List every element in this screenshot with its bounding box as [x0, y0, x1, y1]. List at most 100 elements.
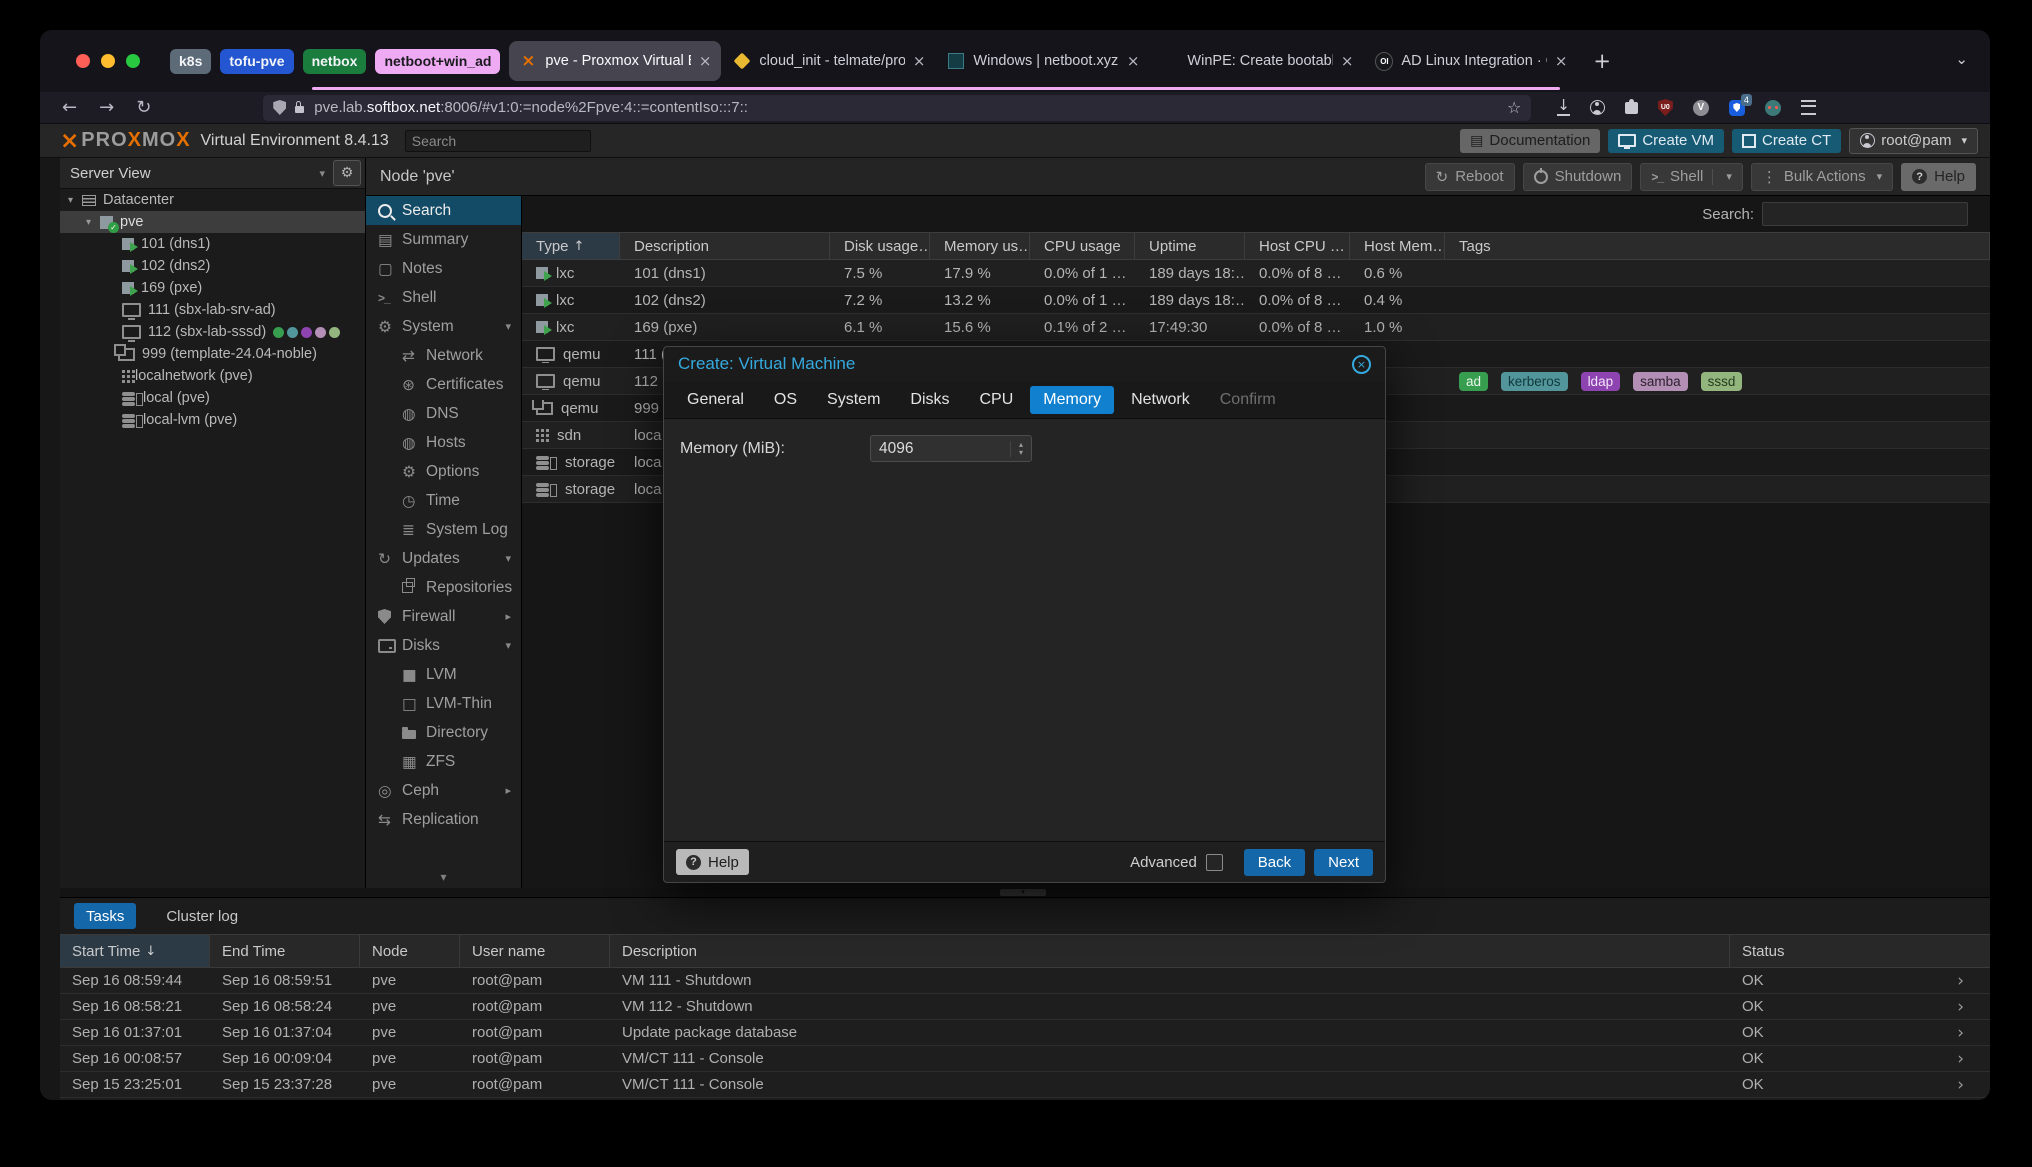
column-type[interactable]: Type↑	[522, 233, 620, 259]
row-chevron-icon[interactable]: ›	[1920, 1049, 1990, 1069]
column-description[interactable]: Description	[610, 935, 1730, 967]
tab-close-icon[interactable]: ×	[1341, 52, 1354, 70]
tree-item-112[interactable]: 112 (sbx-lab-sssd)	[60, 321, 365, 343]
tree-item-local-lvm[interactable]: local-lvm (pve)	[60, 409, 365, 431]
row-chevron-icon[interactable]: ›	[1920, 971, 1990, 991]
tracking-shield-icon[interactable]	[273, 100, 286, 115]
dialog-header[interactable]: Create: Virtual Machine ×	[664, 347, 1385, 381]
tab-group-tofu-pve[interactable]: tofu-pve	[220, 49, 293, 74]
tab-network[interactable]: Network	[1118, 381, 1203, 418]
tree-item-local[interactable]: local (pve)	[60, 387, 365, 409]
column-tags[interactable]: Tags	[1445, 233, 1990, 259]
tab-netboot-xyz[interactable]: Windows | netboot.xyz ×	[937, 41, 1149, 81]
column-uptime[interactable]: Uptime	[1135, 233, 1245, 259]
chevron-down-icon[interactable]: ▾	[1726, 170, 1732, 183]
nav-item-notes[interactable]: ▢Notes	[366, 254, 521, 283]
tree-item-datacenter[interactable]: ▾ Datacenter	[60, 189, 365, 211]
tree-item-localnetwork[interactable]: localnetwork (pve)	[60, 365, 365, 387]
next-button[interactable]: Next	[1314, 849, 1373, 876]
nav-item-network[interactable]: ⇄Network	[366, 341, 521, 370]
tab-cloud-init[interactable]: cloud_init - telmate/proxmox - C ×	[723, 41, 935, 81]
task-row[interactable]: Sep 16 08:58:21Sep 16 08:58:24pveroot@pa…	[60, 994, 1990, 1020]
bookmark-star-icon[interactable]: ☆	[1507, 98, 1521, 117]
ublock-icon[interactable]: U0	[1658, 99, 1673, 116]
column-node[interactable]: Node	[360, 935, 460, 967]
download-icon[interactable]: ↓	[1557, 99, 1570, 116]
shell-button[interactable]: >_Shell▾	[1640, 163, 1743, 191]
tab-disks[interactable]: Disks	[897, 381, 962, 418]
nav-item-search[interactable]: Search	[366, 196, 521, 225]
nav-item-certificates[interactable]: ⊛Certificates	[366, 370, 521, 399]
nav-item-firewall[interactable]: Firewall▸	[366, 602, 521, 631]
vimium-icon[interactable]: V	[1693, 100, 1709, 116]
table-row[interactable]: lxc 102 (dns2) 7.2 % 13.2 % 0.0% of 1 … …	[522, 287, 1990, 314]
new-tab-button[interactable]: +	[1593, 49, 1611, 73]
nav-item-summary[interactable]: ▤Summary	[366, 225, 521, 254]
tab-close-icon[interactable]: ×	[1127, 52, 1140, 70]
tab-close-icon[interactable]: ×	[913, 52, 926, 70]
tree-item-169[interactable]: 169 (pxe)	[60, 277, 365, 299]
reload-icon[interactable]: ↻	[136, 97, 151, 118]
column-host-mem[interactable]: Host Mem…	[1350, 233, 1445, 259]
nav-item-system-log[interactable]: ≣System Log	[366, 515, 521, 544]
column-host-cpu[interactable]: Host CPU …	[1245, 233, 1350, 259]
row-chevron-icon[interactable]: ›	[1920, 1023, 1990, 1043]
documentation-button[interactable]: ▤Documentation	[1460, 129, 1600, 153]
reboot-button[interactable]: ↻Reboot	[1425, 163, 1515, 191]
nav-item-ceph[interactable]: ◎Ceph▸	[366, 776, 521, 805]
task-row[interactable]: Sep 15 23:25:01Sep 15 23:37:28pveroot@pa…	[60, 1072, 1990, 1098]
tab-group-netbox[interactable]: netbox	[303, 49, 367, 74]
tree-item-pve[interactable]: ▾ pve	[60, 211, 365, 233]
nav-item-disks[interactable]: Disks▾	[366, 631, 521, 660]
tab-general[interactable]: General	[674, 381, 757, 418]
tab-cluster-log[interactable]: Cluster log	[154, 903, 250, 929]
forward-icon[interactable]: →	[99, 97, 114, 118]
scroll-more-chevron-icon[interactable]: ▾	[366, 870, 521, 884]
column-start-time[interactable]: Start Time↓	[60, 935, 210, 967]
nav-item-options[interactable]: ⚙Options	[366, 457, 521, 486]
view-selector[interactable]: Server View ▾ ⚙	[60, 158, 365, 189]
tree-item-102[interactable]: 102 (dns2)	[60, 255, 365, 277]
close-window-button[interactable]	[76, 54, 90, 68]
tab-os[interactable]: OS	[761, 381, 810, 418]
nav-item-directory[interactable]: Directory	[366, 718, 521, 747]
close-icon[interactable]: ×	[1352, 355, 1371, 374]
tree-item-999[interactable]: 999 (template-24.04-noble)	[60, 343, 365, 365]
nav-item-dns[interactable]: ◍DNS	[366, 399, 521, 428]
nav-item-shell[interactable]: >_Shell	[366, 283, 521, 312]
expander-icon[interactable]: ▾	[68, 195, 82, 206]
create-vm-button[interactable]: Create VM	[1608, 129, 1724, 153]
tab-cpu[interactable]: CPU	[967, 381, 1027, 418]
minimize-window-button[interactable]	[101, 54, 115, 68]
nav-item-hosts[interactable]: ◍Hosts	[366, 428, 521, 457]
back-icon[interactable]: ←	[62, 97, 77, 118]
tab-winpe[interactable]: WinPE: Create bootable media | ×	[1151, 41, 1363, 81]
column-status[interactable]: Status	[1730, 935, 1920, 967]
list-all-tabs-icon[interactable]: ⌄	[1955, 50, 1968, 68]
tab-group-k8s[interactable]: k8s	[170, 49, 211, 74]
expander-icon[interactable]: ▾	[86, 217, 100, 228]
column-cpu-usage[interactable]: CPU usage	[1030, 233, 1135, 259]
robot-extension-icon[interactable]	[1765, 100, 1781, 116]
task-row[interactable]: Sep 16 08:59:44Sep 16 08:59:51pveroot@pa…	[60, 968, 1990, 994]
zoom-window-button[interactable]	[126, 54, 140, 68]
column-disk-usage[interactable]: Disk usage…	[830, 233, 930, 259]
tab-close-icon[interactable]: ×	[1555, 52, 1568, 70]
tab-system[interactable]: System	[814, 381, 893, 418]
tab-group-netboot-win-ad[interactable]: netboot+win_ad	[375, 49, 500, 74]
extensions-icon[interactable]	[1625, 102, 1638, 114]
tree-settings-gear-icon[interactable]: ⚙	[333, 160, 361, 186]
help-button[interactable]: ?Help	[676, 849, 749, 875]
nav-item-repositories[interactable]: Repositories	[366, 573, 521, 602]
column-memory-usage[interactable]: Memory us…	[930, 233, 1030, 259]
back-button[interactable]: Back	[1244, 849, 1305, 876]
expand-arrow-icon[interactable]: ▾	[505, 552, 511, 565]
tab-proxmox[interactable]: × pve - Proxmox Virtual Environme ×	[509, 41, 721, 81]
panel-splitter[interactable]: ▾	[60, 888, 1990, 898]
nav-item-zfs[interactable]: ▦ZFS	[366, 747, 521, 776]
bitwarden-icon[interactable]: 4	[1729, 100, 1745, 116]
account-icon[interactable]	[1590, 100, 1605, 115]
bulk-actions-button[interactable]: ⋮Bulk Actions▾	[1751, 163, 1893, 191]
tab-ad-linux[interactable]: OI AD Linux Integration · Open ×	[1365, 41, 1577, 81]
tab-close-icon[interactable]: ×	[699, 52, 712, 70]
